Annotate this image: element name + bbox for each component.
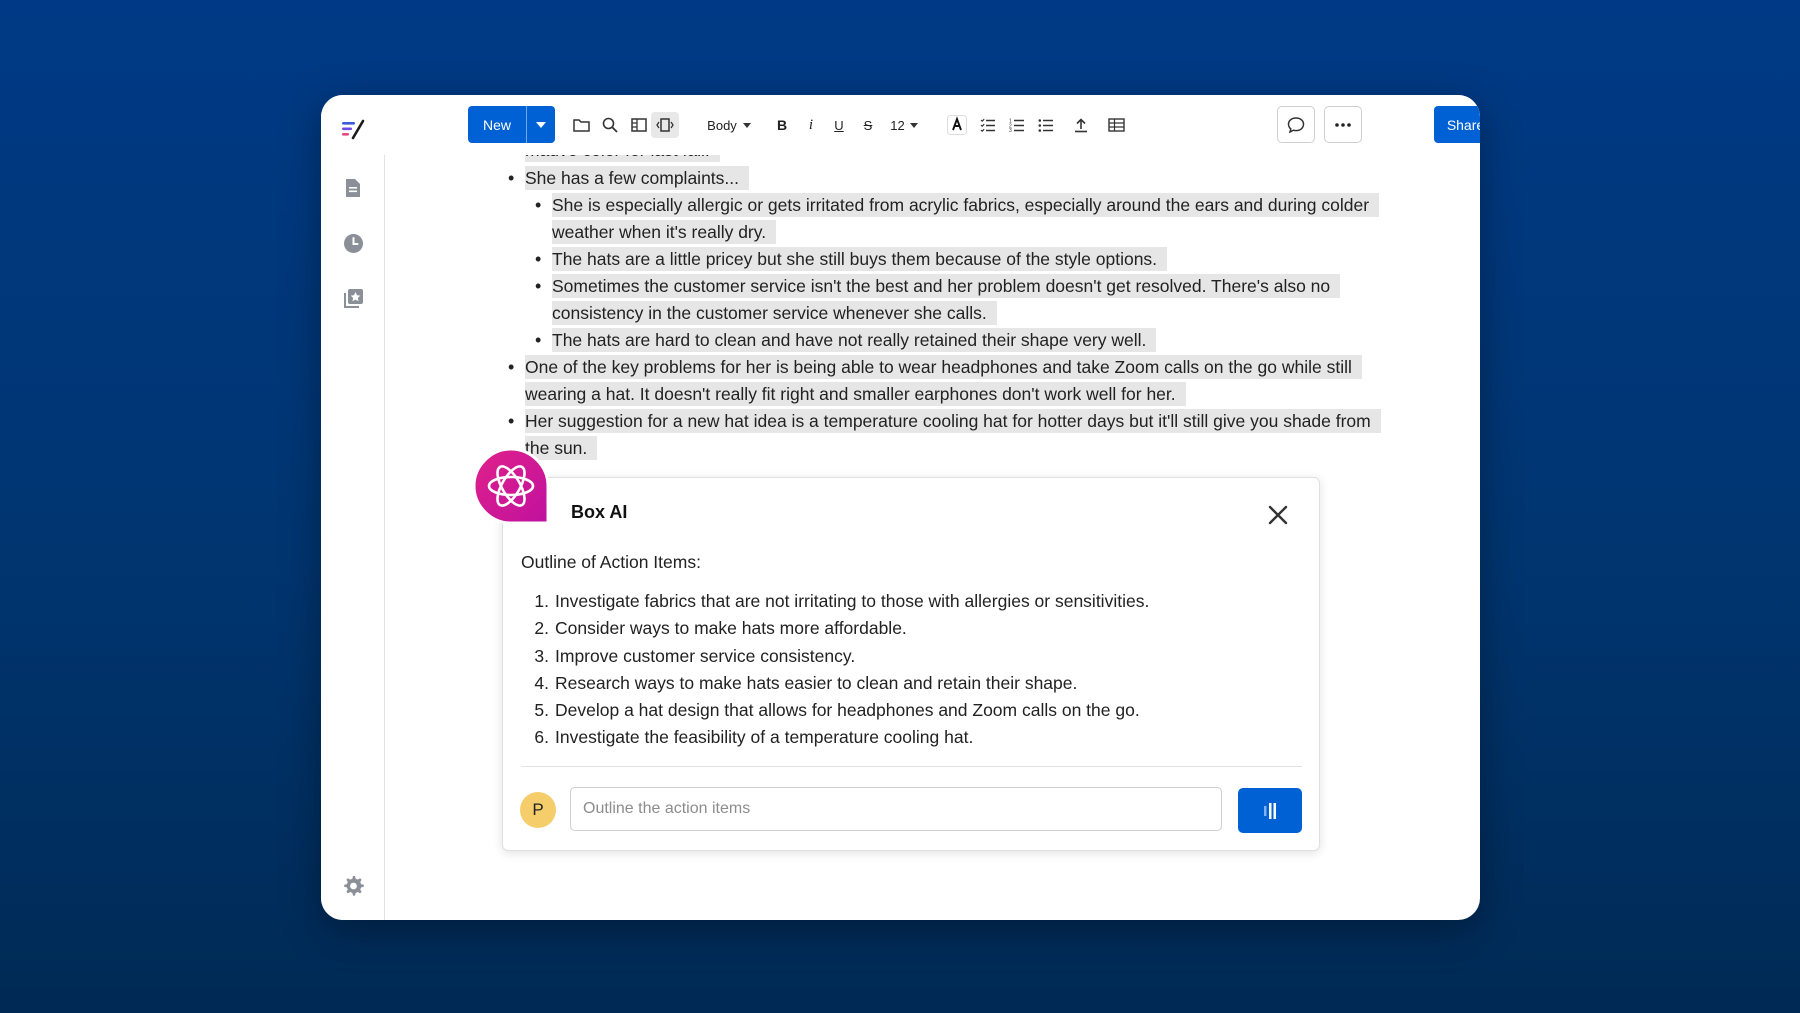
list-item: 1. Investigate fabrics that are not irrit… (521, 588, 1149, 615)
text-color-icon[interactable] (945, 112, 969, 138)
folder-icon[interactable] (568, 112, 594, 138)
share-button[interactable]: Share (1434, 106, 1480, 143)
settings-gear-icon[interactable] (341, 874, 365, 898)
list-item: 6. Investigate the feasibility of a tempe… (521, 724, 1149, 751)
table-icon[interactable] (1103, 112, 1129, 138)
list-item: Her suggestion for a new hat idea is a t… (508, 408, 1381, 462)
document-text: She is especially allergic or gets irrit… (552, 193, 1380, 244)
new-button[interactable]: New (468, 106, 555, 143)
list-item: Sometimes the customer service isn't the… (535, 273, 1371, 327)
list-item: 5. Develop a hat design that allows for h… (521, 697, 1149, 724)
document-text: Her suggestion for a new hat idea is a t… (525, 409, 1381, 460)
search-icon[interactable] (597, 112, 623, 138)
item-number: 1. (534, 591, 549, 611)
item-number: 3. (534, 645, 549, 666)
italic-button[interactable]: i (800, 112, 822, 138)
list-item: The hats are a little pricey but she sti… (535, 246, 1371, 273)
comment-bubble-icon (1287, 116, 1305, 133)
avatar: P (520, 792, 556, 828)
ai-panel-title: Box AI (571, 502, 628, 522)
document-text: She has a few complaints... (525, 166, 749, 190)
layout-panel-icon[interactable] (626, 112, 652, 138)
item-number: 4. (534, 672, 549, 693)
comments-button[interactable] (1277, 106, 1315, 143)
text-style-dropdown[interactable]: Body (702, 112, 756, 138)
chevron-down-icon (742, 122, 751, 128)
processing-bars-icon (1264, 802, 1276, 819)
list-item: 4. Research ways to make hats easier to c… (521, 670, 1149, 697)
list-item: 3. Improve customer service consistency. (521, 643, 1149, 670)
checklist-icon[interactable] (976, 112, 1000, 138)
divider (521, 766, 1302, 767)
templates-star-icon[interactable] (341, 286, 365, 310)
underline-button[interactable]: U (828, 112, 850, 138)
chevron-down-icon (536, 121, 546, 128)
list-item: 2. Consider ways to make hats more afford… (521, 615, 1149, 642)
bold-button[interactable]: B (771, 112, 793, 138)
bulleted-list-icon[interactable] (1034, 112, 1058, 138)
item-text: Research ways to make hats easier to cle… (555, 672, 1078, 693)
document-text: The hats are a little pricey but she sti… (552, 247, 1168, 271)
document-text: Sometimes the customer service isn't the… (552, 274, 1341, 325)
ellipsis-icon (1335, 122, 1351, 127)
share-button-label: Share (1446, 116, 1480, 133)
chevron-down-icon (909, 122, 918, 128)
item-text: Investigate fabrics that are not irritat… (555, 591, 1150, 611)
document-text: The hats are hard to clean and have not … (552, 328, 1157, 352)
box-ai-badge-icon (472, 447, 550, 525)
document-icon[interactable] (341, 176, 365, 200)
ai-action-items-list: 1. Investigate fabrics that are not irrit… (521, 588, 1149, 752)
ai-response-heading: Outline of Action Items: (521, 552, 701, 572)
list-item: One of the key problems for her is being… (508, 354, 1371, 408)
full-width-toggle-icon[interactable] (651, 112, 679, 138)
box-ai-panel: Box AI Outline of Action Items: 1. Invest… (502, 477, 1320, 851)
sidebar (321, 95, 385, 920)
list-item: The hats are hard to clean and have not … (535, 327, 1371, 354)
item-number: 2. (534, 618, 549, 639)
insert-upload-icon[interactable] (1069, 112, 1093, 138)
font-size-label: 12 (890, 117, 905, 133)
numbered-list-icon[interactable]: 123 (1005, 112, 1029, 138)
text-style-label: Body (707, 117, 737, 133)
item-text: Consider ways to make hats more affordab… (555, 618, 907, 639)
ai-prompt-input[interactable] (570, 787, 1222, 831)
more-options-button[interactable] (1324, 106, 1362, 143)
box-notes-logo-icon[interactable] (341, 117, 367, 141)
item-text: Develop a hat design that allows for hea… (555, 700, 1140, 721)
item-text: Improve customer service consistency. (555, 645, 856, 666)
item-number: 6. (534, 727, 549, 748)
font-size-dropdown[interactable]: 12 (884, 112, 924, 138)
document-text: One of the key problems for her is being… (525, 355, 1362, 406)
item-number: 5. (534, 700, 549, 721)
new-dropdown-button[interactable] (527, 106, 555, 143)
history-clock-icon[interactable] (341, 231, 365, 255)
new-button-label[interactable]: New (468, 106, 527, 143)
svg-text:3: 3 (1009, 128, 1012, 132)
editor-window: New Body B i U S 12 1 2 3 Shar • • She h… (321, 95, 1480, 920)
list-item: She is especially allergic or gets irrit… (535, 192, 1380, 246)
send-button[interactable] (1238, 788, 1302, 833)
close-icon[interactable] (1267, 504, 1289, 526)
list-item: She has a few complaints... She is espec… (508, 165, 1380, 354)
toolbar: New Body B i U S 12 1 2 3 Shar (384, 95, 1480, 155)
document-list[interactable]: She has a few complaints... She is espec… (501, 165, 1381, 462)
item-text: Investigate the feasibility of a tempera… (555, 727, 974, 748)
strikethrough-button[interactable]: S (857, 112, 879, 138)
